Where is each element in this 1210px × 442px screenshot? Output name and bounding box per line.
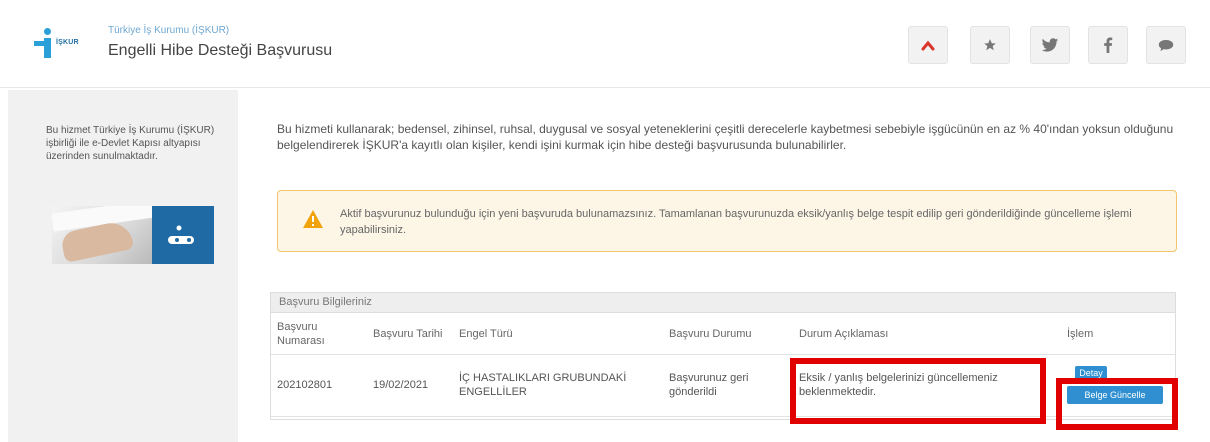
- col-application-number: Başvuru Numarası: [271, 314, 367, 355]
- up-button[interactable]: [908, 26, 948, 64]
- logo-bar: [44, 38, 51, 58]
- facebook-button[interactable]: [1088, 26, 1128, 64]
- cell-application-number: 202102801: [271, 354, 367, 417]
- sidebar: Bu hizmet Türkiye İş Kurumu (İŞKUR) işbi…: [8, 90, 238, 442]
- org-name[interactable]: Türkiye İş Kurumu (İŞKUR): [108, 25, 229, 36]
- twitter-icon: [1041, 37, 1059, 52]
- image-badge: [152, 206, 214, 264]
- col-disability-type: Engel Türü: [453, 314, 663, 355]
- facebook-icon: [1104, 37, 1113, 53]
- page-header: İŞKUR Türkiye İş Kurumu (İŞKUR) Engelli …: [0, 0, 1210, 88]
- wheelchair-icon: [168, 225, 194, 244]
- table-header-row: Başvuru Numarası Başvuru Tarihi Engel Tü…: [271, 314, 1175, 355]
- logo-dot: [44, 28, 51, 35]
- iskur-logo[interactable]: İŞKUR: [32, 28, 104, 58]
- logo-text: İŞKUR: [56, 39, 79, 46]
- star-icon: [984, 39, 996, 51]
- cell-application-date: 19/02/2021: [367, 354, 453, 417]
- service-image: [52, 206, 214, 264]
- col-status-description: Durum Açıklaması: [793, 314, 1061, 355]
- highlight-box-update-button: [1056, 378, 1178, 430]
- col-application-date: Başvuru Tarihi: [367, 314, 453, 355]
- up-icon: [921, 40, 935, 51]
- page-title: Engelli Hibe Desteği Başvurusu: [108, 42, 333, 59]
- cell-application-status: Başvurunuz geri gönderildi: [663, 354, 793, 417]
- sidebar-info-text: Bu hizmet Türkiye İş Kurumu (İŞKUR) işbi…: [46, 125, 215, 162]
- highlight-box-description: [790, 358, 1046, 424]
- col-application-status: Başvuru Durumu: [663, 314, 793, 355]
- warning-icon: [303, 210, 323, 228]
- warning-text: Aktif başvurunuz bulunduğu için yeni baş…: [340, 208, 1132, 236]
- comment-icon: [1158, 39, 1174, 51]
- comment-button[interactable]: [1146, 26, 1186, 64]
- warning-alert: Aktif başvurunuz bulunduğu için yeni baş…: [277, 190, 1177, 252]
- favorite-button[interactable]: [970, 26, 1010, 64]
- twitter-button[interactable]: [1030, 26, 1070, 64]
- col-action: İşlem: [1061, 314, 1175, 355]
- service-description: Bu hizmeti kullanarak; bedensel, zihinse…: [277, 122, 1174, 152]
- panel-title: Başvuru Bilgileriniz: [271, 293, 1175, 313]
- cell-disability-type: İÇ HASTALIKLARI GRUBUNDAKİ ENGELLİLER: [453, 354, 663, 417]
